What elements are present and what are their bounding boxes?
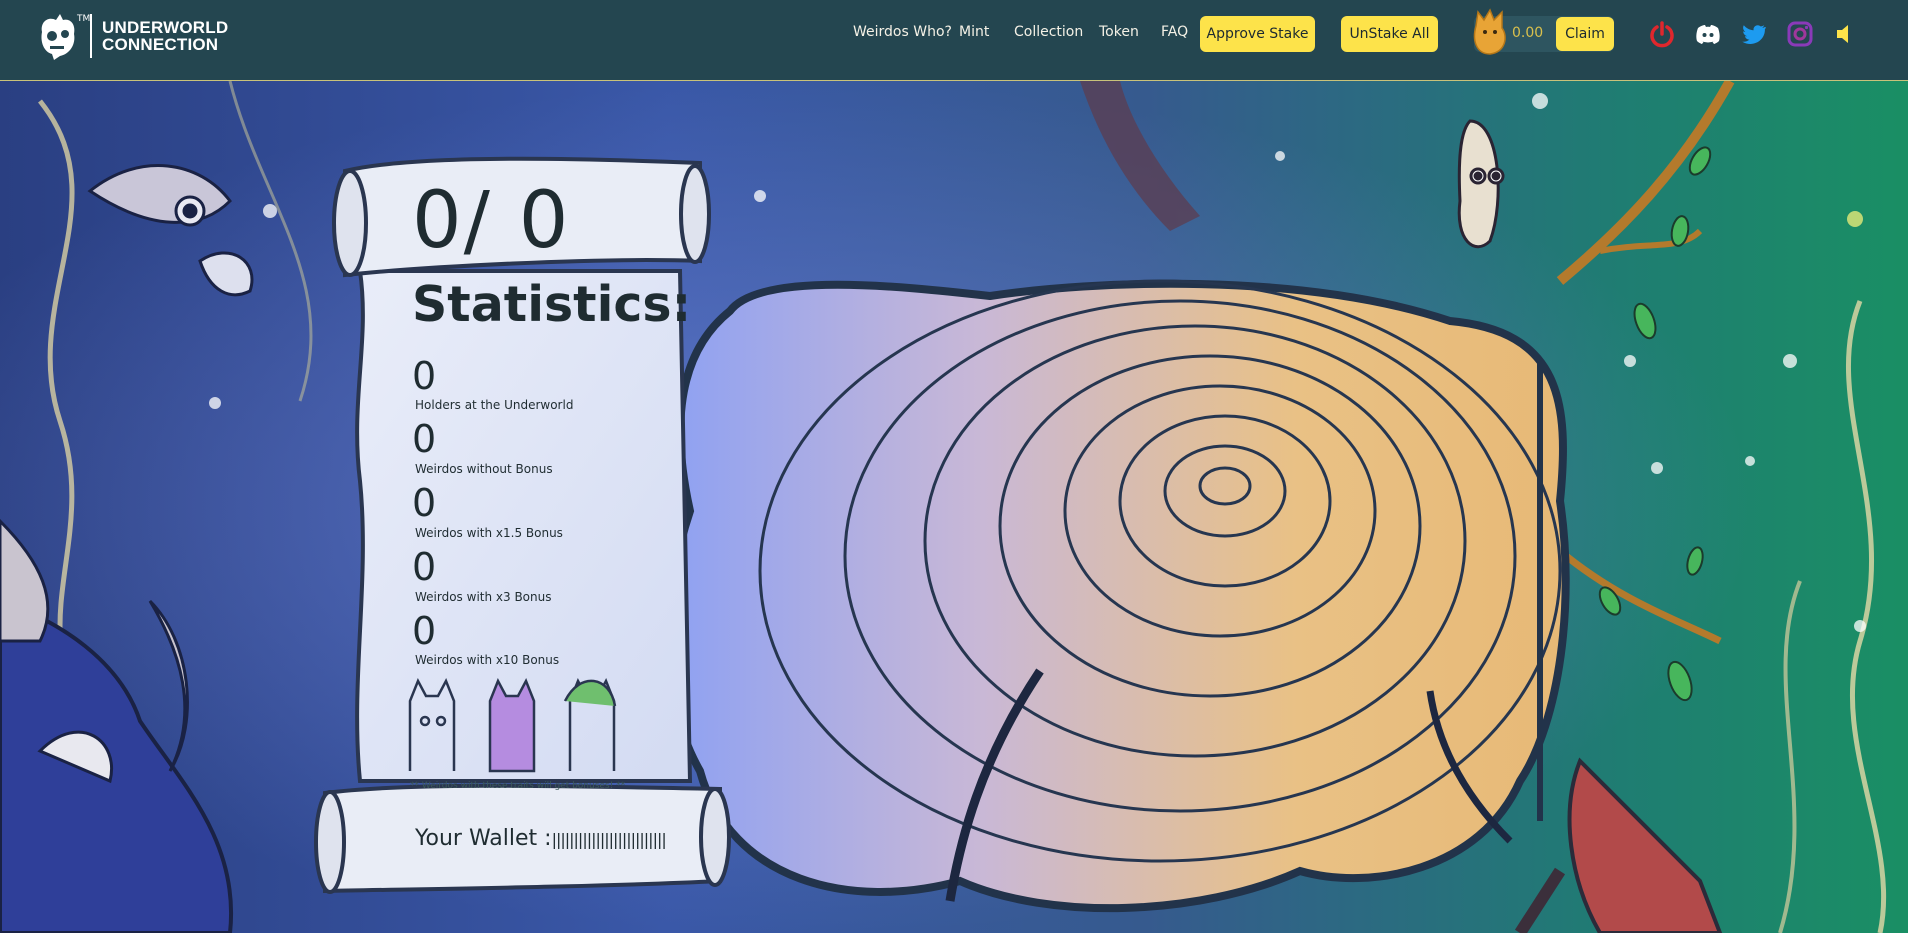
twitter-icon[interactable] [1740, 20, 1768, 48]
power-icon[interactable] [1648, 20, 1676, 48]
instagram-icon[interactable] [1786, 20, 1814, 48]
logo[interactable]: TM UNDERWORLD CONNECTION [36, 10, 228, 62]
stat-label-holders: Holders at the Underworld [415, 398, 574, 412]
nav-collection[interactable]: Collection [1014, 24, 1083, 40]
stat-value-x3: 0 [412, 545, 437, 589]
nav-weirdos-who[interactable]: Weirdos Who? [853, 24, 952, 40]
stat-label-x3: Weirdos with x3 Bonus [415, 590, 552, 604]
logo-text: UNDERWORLD CONNECTION [102, 19, 228, 53]
staked-counter: 0/ 0 [412, 176, 571, 266]
token-creature-icon [1473, 8, 1506, 55]
speaker-icon[interactable] [1832, 20, 1860, 48]
stat-label-x15: Weirdos with x1.5 Bonus [415, 526, 563, 540]
wallet-value: |||||||||||||||||||||||||| [551, 830, 667, 849]
logo-trademark: TM [77, 14, 91, 24]
top-navigation-bar: TM UNDERWORLD CONNECTION Weirdos Who? Mi… [0, 0, 1908, 81]
discord-icon[interactable] [1694, 20, 1722, 48]
claim-button[interactable]: Claim [1556, 17, 1614, 51]
staking-scene: 0/ 0 Statistics: 0 Holders at the Underw… [0, 81, 1908, 933]
stat-value-holders: 0 [412, 354, 437, 398]
stat-label-x10: Weirdos with x10 Bonus [415, 653, 560, 667]
wallet-row: Your Wallet :|||||||||||||||||||||||||| [415, 826, 667, 851]
token-balance: 0.00 Claim [1473, 8, 1614, 55]
approve-stake-button[interactable]: Approve Stake [1200, 16, 1315, 52]
logo-text-line2: CONNECTION [102, 35, 219, 54]
nav-mint[interactable]: Mint [959, 24, 989, 40]
balance-value: 0.00 [1512, 25, 1544, 41]
logo-divider [90, 14, 92, 58]
nav-faq[interactable]: FAQ [1161, 24, 1188, 40]
wallet-label: Your Wallet : [415, 826, 552, 851]
logo-mark-icon [41, 14, 75, 60]
forest-background [0, 81, 1908, 933]
nav-token[interactable]: Token [1099, 24, 1139, 40]
logo-text-line1: UNDERWORLD [102, 18, 229, 37]
stat-label-no-bonus: Weirdos without Bonus [415, 462, 553, 476]
statistics-title: Statistics: [412, 276, 692, 333]
traits-note: ** Weirdos with these traits will get bo… [410, 781, 626, 791]
stat-value-x15: 0 [412, 481, 437, 525]
stat-value-x10: 0 [412, 609, 437, 653]
stat-value-no-bonus: 0 [412, 417, 437, 461]
unstake-all-button[interactable]: UnStake All [1341, 16, 1438, 52]
